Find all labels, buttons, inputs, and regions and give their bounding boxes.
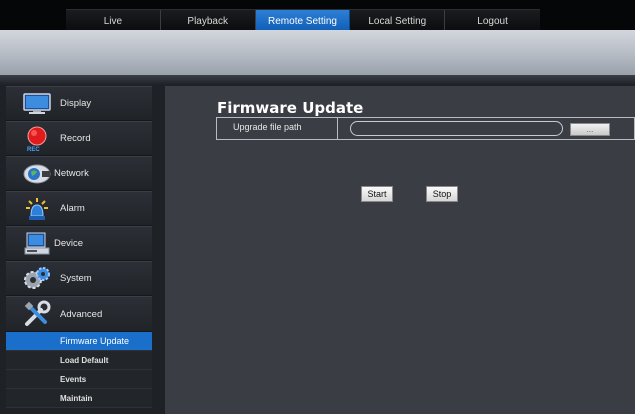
- alarm-icon: [20, 194, 54, 224]
- banner-shadow: [0, 75, 635, 85]
- sidebar-item-advanced[interactable]: Advanced: [6, 296, 152, 332]
- device-icon: [20, 229, 54, 259]
- svg-text:REC: REC: [27, 147, 40, 152]
- upgrade-path-label: Upgrade file path: [217, 118, 338, 139]
- upgrade-path-input[interactable]: [350, 121, 563, 136]
- tools-icon: [20, 299, 54, 329]
- nav-tab-bar: Live Playback Remote Setting Local Setti…: [66, 9, 540, 32]
- header-banner: [0, 30, 635, 75]
- sidebar-subitem-maintain[interactable]: Maintain: [6, 389, 152, 408]
- stop-button[interactable]: Stop: [426, 186, 458, 202]
- sidebar-item-display[interactable]: Display: [6, 86, 152, 121]
- network-icon: [20, 159, 54, 189]
- tab-logout[interactable]: Logout: [445, 10, 540, 32]
- upgrade-path-field: ...: [338, 118, 634, 139]
- tab-live[interactable]: Live: [66, 10, 161, 32]
- start-button[interactable]: Start: [361, 186, 393, 202]
- sidebar-item-network[interactable]: Network: [6, 156, 152, 191]
- browse-button[interactable]: ...: [570, 123, 610, 136]
- tab-local-setting[interactable]: Local Setting: [350, 10, 446, 32]
- sidebar-subitem-events[interactable]: Events: [6, 370, 152, 389]
- sidebar-item-system[interactable]: System: [6, 261, 152, 296]
- monitor-icon: [20, 89, 54, 119]
- sidebar-subitem-load-default[interactable]: Load Default: [6, 351, 152, 370]
- top-nav: Live Playback Remote Setting Local Setti…: [0, 0, 635, 32]
- tab-remote-setting[interactable]: Remote Setting: [255, 10, 351, 32]
- sidebar-item-label: Record: [60, 133, 91, 144]
- sidebar-subitem-firmware-update[interactable]: Firmware Update: [6, 332, 152, 351]
- upgrade-path-row: Upgrade file path ...: [216, 117, 635, 140]
- sidebar-item-label: System: [60, 273, 92, 284]
- sidebar: Display REC Record Network Alarm Device …: [6, 86, 152, 414]
- sidebar-item-alarm[interactable]: Alarm: [6, 191, 152, 226]
- sidebar-item-label: Display: [60, 98, 92, 109]
- gears-icon: [20, 264, 54, 294]
- sidebar-item-record[interactable]: REC Record: [6, 121, 152, 156]
- sidebar-item-label: Alarm: [60, 203, 85, 214]
- sidebar-item-device[interactable]: Device: [6, 226, 152, 261]
- sidebar-item-label: Device: [54, 238, 84, 249]
- sidebar-item-label: Network: [54, 168, 89, 179]
- tab-playback[interactable]: Playback: [161, 10, 256, 32]
- sidebar-item-label: Advanced: [60, 308, 103, 320]
- record-icon: REC: [20, 124, 54, 154]
- page-title: Firmware Update: [217, 99, 364, 117]
